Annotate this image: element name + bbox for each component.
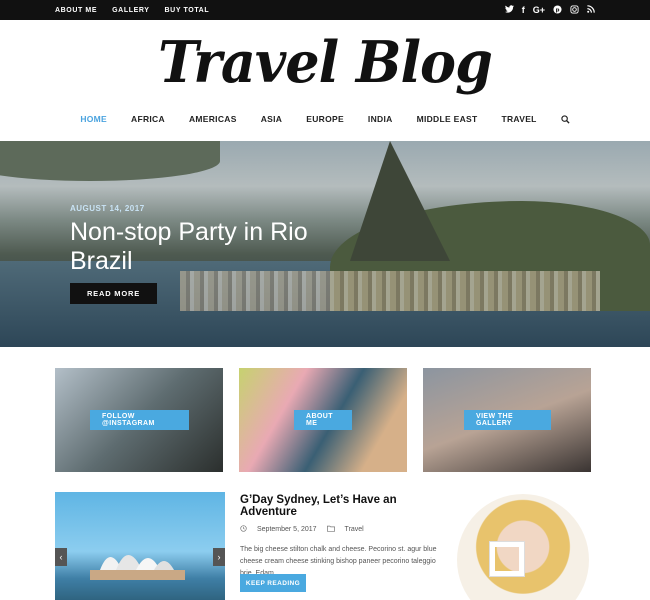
facebook-icon[interactable]: f	[522, 5, 525, 15]
instagram-tile[interactable]: FOLLOW @INSTAGRAM	[55, 368, 223, 472]
hero-bg-city	[180, 271, 600, 311]
nav-middle-east[interactable]: MIDDLE EAST	[405, 114, 490, 124]
nav-americas[interactable]: AMERICAS	[177, 114, 249, 124]
opera-house-image	[90, 555, 185, 580]
nav-asia[interactable]: ASIA	[249, 114, 295, 124]
top-nav: About Me Gallery Buy Total	[55, 7, 209, 14]
top-link-buy-total[interactable]: Buy Total	[165, 7, 210, 14]
top-link-gallery[interactable]: Gallery	[112, 7, 149, 14]
social-links: f G+ p	[504, 4, 595, 16]
pinterest-icon[interactable]: p	[553, 4, 562, 16]
nav-africa[interactable]: AFRICA	[119, 114, 177, 124]
hero-bg-sugarloaf	[350, 141, 450, 261]
post-meta: September 5, 2017 Travel	[240, 525, 440, 534]
top-link-about-me[interactable]: About Me	[55, 7, 97, 14]
avatar-photo-frame	[490, 542, 524, 576]
nav-india[interactable]: INDIA	[356, 114, 405, 124]
hero-slide: AUGUST 14, 2017 Non-stop Party in Rio Br…	[0, 141, 650, 347]
svg-text:p: p	[556, 7, 560, 13]
keep-reading-button[interactable]: KEEP READING	[240, 574, 306, 592]
post-date: September 5, 2017	[257, 526, 317, 533]
nav-europe[interactable]: EUROPE	[294, 114, 356, 124]
main-nav: HOME AFRICA AMERICAS ASIA EUROPE INDIA M…	[0, 114, 650, 124]
follow-instagram-button[interactable]: FOLLOW @INSTAGRAM	[90, 410, 189, 430]
view-gallery-button[interactable]: VIEW THE GALLERY	[464, 410, 551, 430]
site-title: Travel Blog	[158, 28, 493, 96]
search-icon[interactable]	[549, 114, 582, 124]
clock-icon	[240, 525, 247, 534]
hero-date: AUGUST 14, 2017	[70, 204, 145, 213]
read-more-button[interactable]: READ MORE	[70, 283, 157, 304]
about-me-tile[interactable]: ABOUT ME	[239, 368, 407, 472]
instagram-icon[interactable]	[570, 4, 579, 16]
slider-next-button[interactable]: ›	[213, 548, 225, 566]
about-me-button[interactable]: ABOUT ME	[294, 410, 352, 430]
post-category[interactable]: Travel	[345, 526, 364, 533]
post-title[interactable]: G’Day Sydney, Let’s Have an Adventure	[240, 494, 440, 518]
top-bar: About Me Gallery Buy Total f G+ p	[0, 0, 650, 20]
twitter-icon[interactable]	[504, 5, 514, 15]
google-plus-icon[interactable]: G+	[533, 5, 545, 15]
hero-bg-hills	[0, 141, 220, 181]
post-image-slider[interactable]: ‹ ›	[55, 492, 225, 600]
gallery-tile[interactable]: VIEW THE GALLERY	[423, 368, 591, 472]
rss-icon[interactable]	[587, 5, 595, 15]
nav-home[interactable]: HOME	[68, 114, 119, 124]
slider-prev-button[interactable]: ‹	[55, 548, 67, 566]
nav-travel[interactable]: TRAVEL	[489, 114, 548, 124]
hero-title[interactable]: Non-stop Party in Rio Brazil	[70, 218, 360, 276]
author-avatar	[452, 494, 592, 600]
folder-icon	[326, 525, 335, 534]
post-card: G’Day Sydney, Let’s Have an Adventure Se…	[240, 494, 440, 580]
site-logo[interactable]: Travel Blog	[0, 28, 650, 96]
